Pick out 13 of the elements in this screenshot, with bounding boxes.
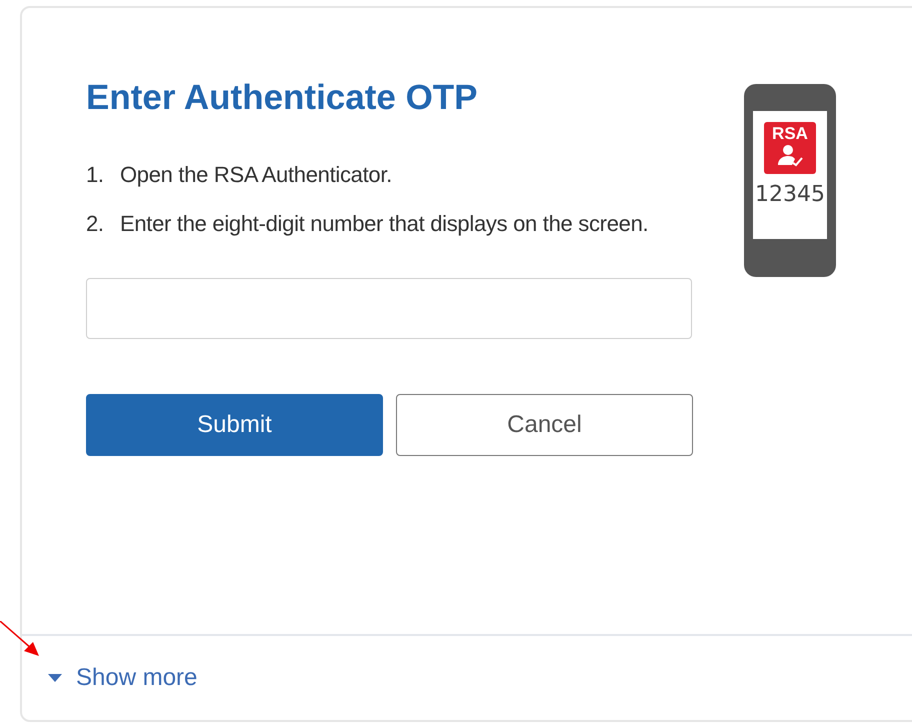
- step-text: Enter the eight-digit number that displays on the screen.: [120, 210, 648, 238]
- otp-input-field[interactable]: [86, 278, 692, 339]
- show-more-link[interactable]: Show more: [48, 660, 198, 696]
- annotation-arrow: [0, 621, 40, 657]
- logo-text: RSA: [772, 125, 808, 143]
- submit-button[interactable]: Submit: [86, 394, 383, 456]
- user-check-icon: [775, 143, 805, 167]
- step-number: 1.: [86, 161, 105, 189]
- step-number: 2.: [86, 210, 105, 238]
- cancel-button[interactable]: Cancel: [396, 394, 693, 456]
- page-title: Enter Authenticate OTP: [86, 78, 479, 118]
- code-text: 12345: [755, 181, 825, 209]
- step-text: Open the RSA Authenticator.: [120, 161, 392, 189]
